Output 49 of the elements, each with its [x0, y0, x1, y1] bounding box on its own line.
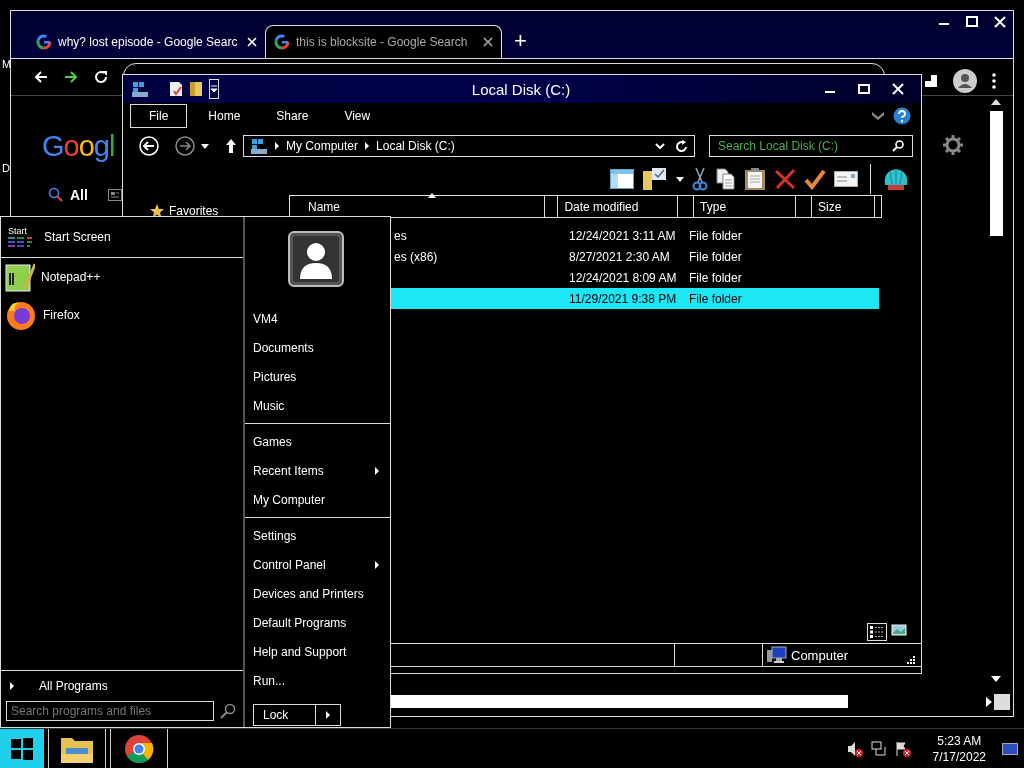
menu-item[interactable]: My Computer — [245, 485, 390, 514]
desktop-label: D — [2, 162, 10, 174]
date-cell-text: 8/27/2021 2:30 AM — [569, 249, 671, 264]
file-name: es — [394, 228, 407, 243]
file-name: es (x86) — [394, 249, 438, 264]
ribbon-tab[interactable]: View — [329, 105, 386, 127]
column-header[interactable]: Type — [694, 196, 797, 217]
search-tab[interactable]: All — [70, 187, 88, 203]
date-cell-text: 12/24/2021 8:09 AM — [569, 270, 678, 285]
column-header[interactable]: Size — [812, 196, 875, 217]
type-cell: File folder — [689, 228, 742, 243]
menu-item[interactable]: Music — [245, 391, 390, 420]
menu-item[interactable]: Help and Support — [245, 637, 390, 666]
google-logo: Googl — [42, 130, 115, 163]
search-field[interactable]: Search Local Disk (C:) — [709, 135, 913, 157]
menu-item[interactable]: Documents — [245, 333, 390, 362]
address-field[interactable]: My Computer Local Disk (C:) — [243, 135, 695, 157]
date-cell-text: 11/29/2021 9:38 PM — [569, 291, 678, 306]
program-item[interactable]: Firefox — [1, 296, 243, 334]
menu-item[interactable]: Pictures — [245, 362, 390, 391]
date-cell-text: 12/24/2021 3:11 AM — [569, 228, 677, 243]
program-item[interactable]: Notepad++ — [1, 258, 243, 296]
menu-item[interactable]: Run... — [245, 666, 390, 695]
browser-tab[interactable]: this is blocksite - Google Search — [265, 25, 502, 58]
status-location: Computer — [791, 647, 849, 663]
type-cell: File folder — [689, 249, 742, 264]
menu-item-label: Start Screen — [44, 230, 111, 244]
clock[interactable]: 5:23 AM 7/17/2022 — [932, 733, 986, 765]
tile-label: Start — [8, 226, 28, 236]
browser-tab[interactable]: why? lost episode - Google Searc — [28, 25, 265, 58]
type-cell: File folder — [689, 270, 742, 285]
breadcrumb-item[interactable]: My Computer — [286, 139, 359, 153]
ribbon-tab[interactable]: File — [130, 104, 188, 128]
search-field[interactable]: Search programs and files — [6, 701, 214, 721]
menu-item[interactable]: Control Panel — [245, 550, 390, 579]
ribbon-tab[interactable]: Home — [193, 105, 256, 127]
menu-item[interactable]: Recent Items — [245, 456, 390, 485]
menu-item[interactable]: Default Programs — [245, 608, 390, 637]
menu-item[interactable]: Settings — [245, 521, 390, 550]
ribbon-tab[interactable]: Share — [261, 105, 324, 127]
window-title: Local Disk (C:) — [470, 80, 572, 98]
breadcrumb-item[interactable]: Local Disk (C:) — [376, 139, 455, 153]
start-screen-item[interactable]: Start Start Screen — [1, 217, 243, 258]
column-header[interactable]: Date modified — [558, 196, 679, 217]
menu-item[interactable]: Devices and Printers — [245, 579, 390, 608]
type-cell: File folder — [689, 291, 742, 306]
new-tab-button[interactable]: + — [514, 30, 527, 52]
menu-item[interactable]: Games — [245, 427, 390, 456]
nav-item[interactable]: Favorites — [169, 204, 219, 218]
